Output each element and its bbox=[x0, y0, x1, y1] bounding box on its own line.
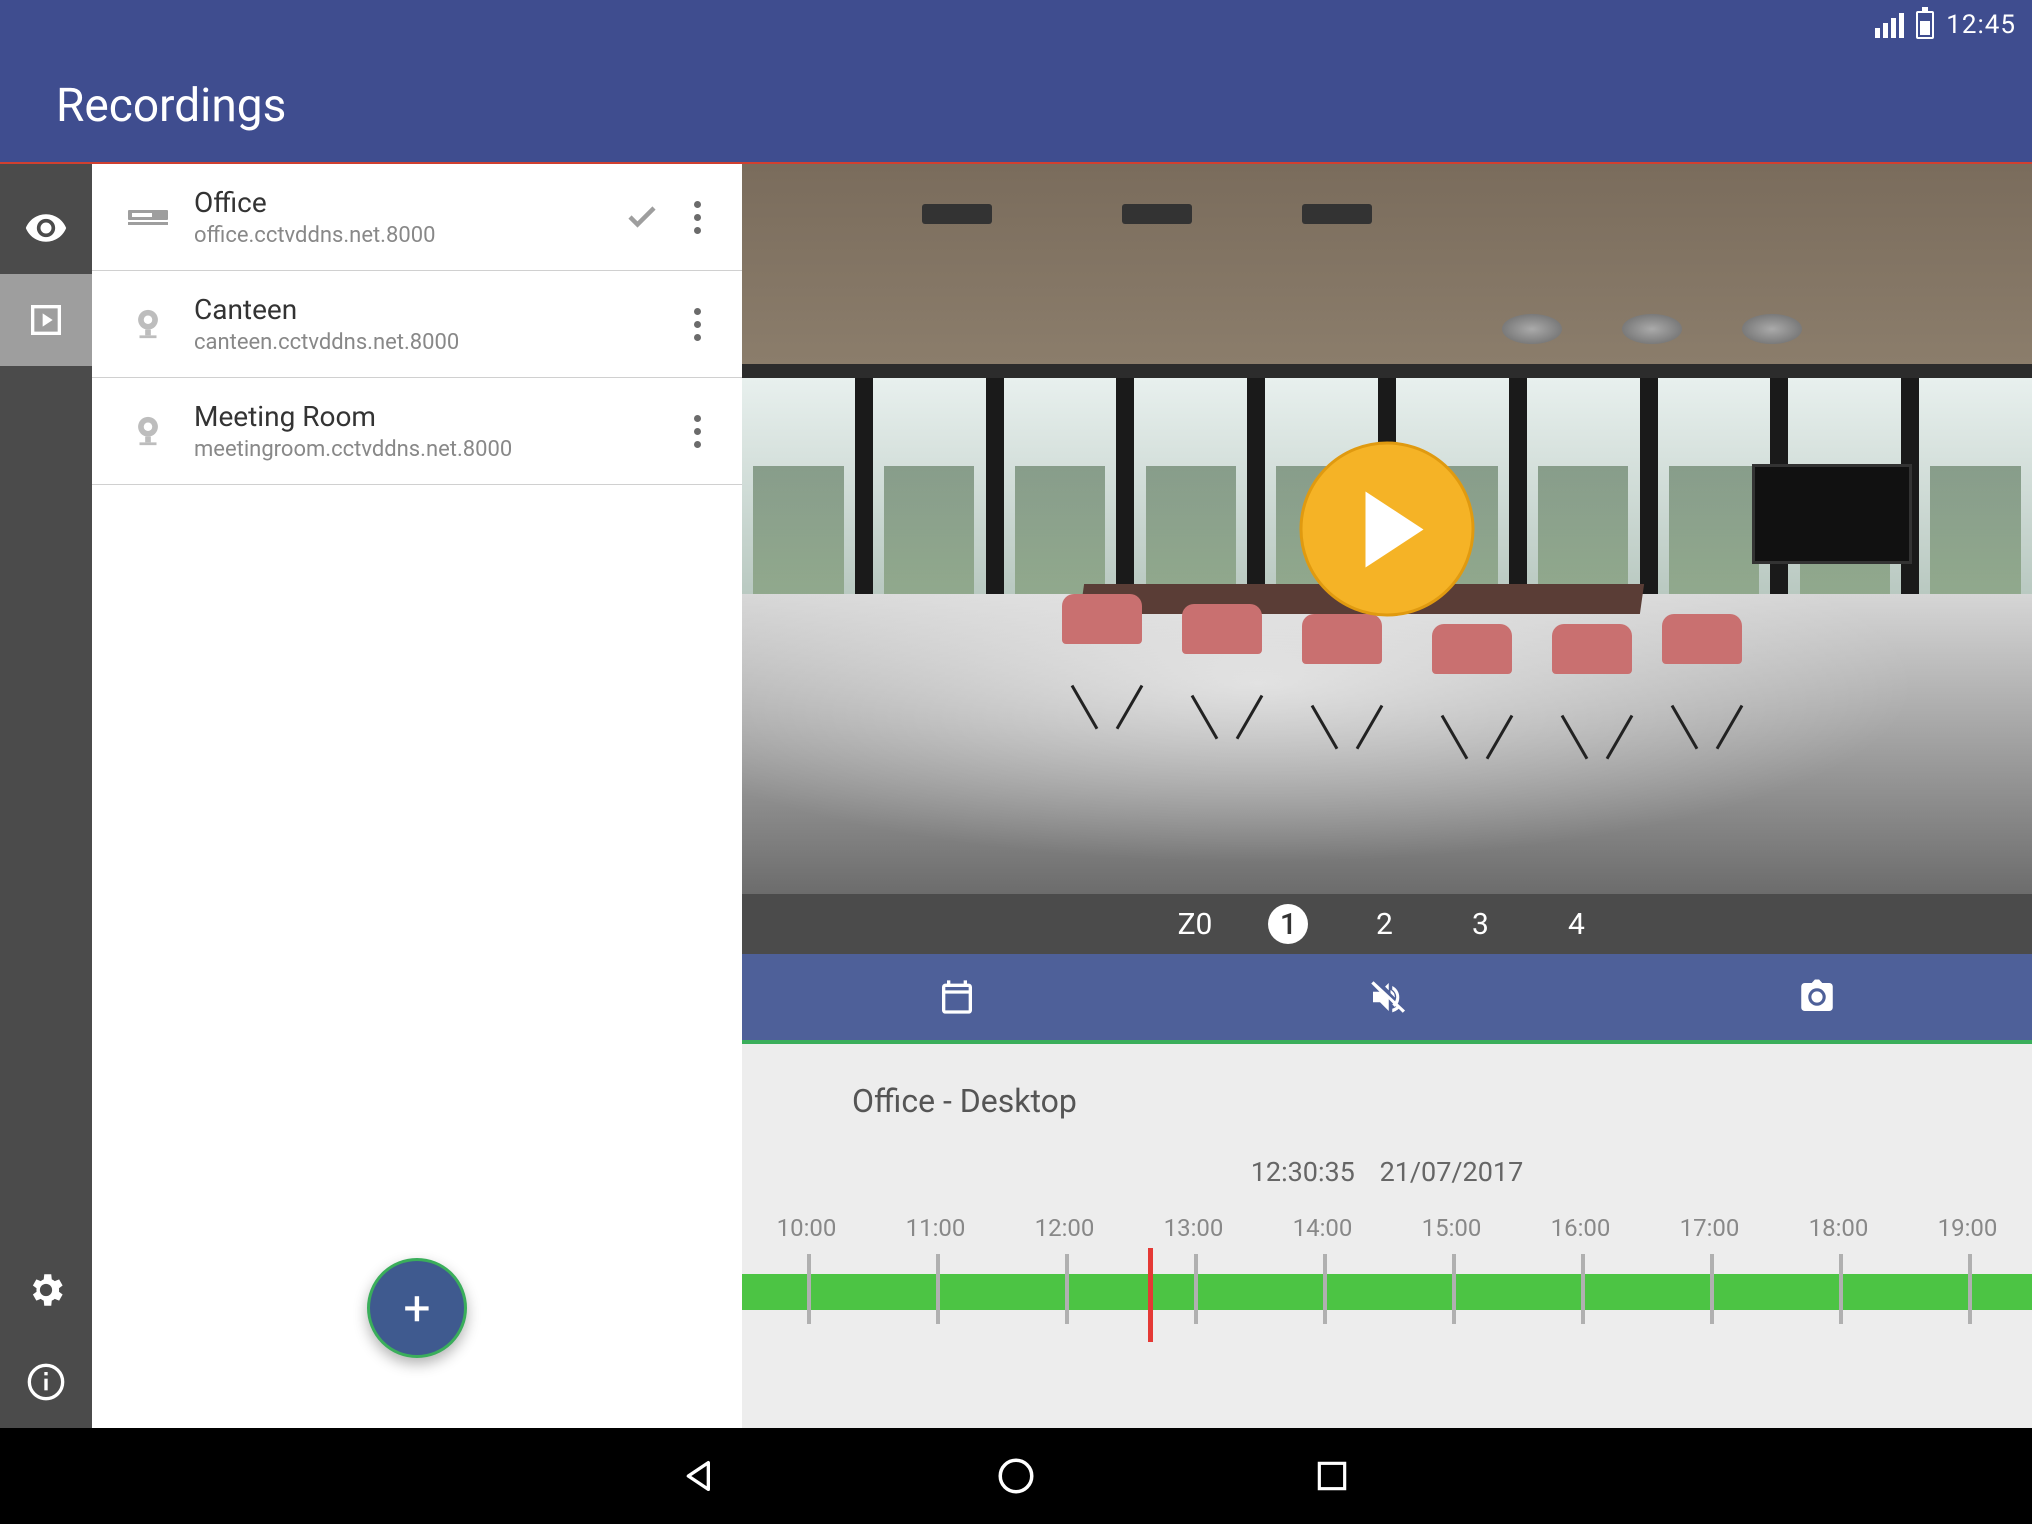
check-icon bbox=[624, 199, 660, 235]
webcam-icon bbox=[120, 414, 176, 448]
device-list-pane: Office office.cctvddns.net.8000 Canteen can… bbox=[92, 164, 742, 1428]
app-bar: Recordings bbox=[0, 50, 2032, 162]
snapshot-button[interactable] bbox=[1602, 954, 2032, 1040]
device-more-button[interactable] bbox=[672, 201, 722, 234]
channel-button-3[interactable]: 3 bbox=[1460, 904, 1500, 944]
device-text: Meeting Room meetingroom.cctvddns.net.800… bbox=[176, 400, 612, 462]
rail-recordings-button[interactable] bbox=[0, 274, 92, 366]
timeline-hour-label: 13:00 bbox=[1129, 1214, 1258, 1242]
play-box-icon bbox=[26, 300, 66, 340]
timeline-hour-label: 10:00 bbox=[742, 1214, 871, 1242]
rail-settings-button[interactable] bbox=[0, 1244, 92, 1336]
circle-home-icon bbox=[995, 1455, 1037, 1497]
device-address: office.cctvddns.net.8000 bbox=[194, 223, 612, 248]
signal-icon bbox=[1875, 13, 1904, 38]
android-nav-bar bbox=[0, 1428, 2032, 1524]
timeline-tick bbox=[742, 1254, 871, 1324]
timeline-tick bbox=[871, 1254, 1000, 1324]
timeline-tick bbox=[1258, 1254, 1387, 1324]
device-row[interactable]: Canteen canteen.cctvddns.net.8000 bbox=[92, 271, 742, 378]
timeline-hour-label: 19:00 bbox=[1903, 1214, 2032, 1242]
device-text: Office office.cctvddns.net.8000 bbox=[176, 186, 612, 248]
webcam-icon bbox=[120, 307, 176, 341]
channel-button-1[interactable]: 1 bbox=[1268, 904, 1308, 944]
device-row[interactable]: Meeting Room meetingroom.cctvddns.net.800… bbox=[92, 378, 742, 485]
channel-strip: Z0 1 2 3 4 bbox=[742, 894, 2032, 954]
gear-icon bbox=[25, 1269, 67, 1311]
timeline-hour-label: 14:00 bbox=[1258, 1214, 1387, 1242]
device-more-button[interactable] bbox=[672, 308, 722, 341]
camera-icon bbox=[1796, 976, 1838, 1018]
device-text: Canteen canteen.cctvddns.net.8000 bbox=[176, 293, 612, 355]
timeline-pane: Office - Desktop 12:30:35 21/07/2017 10:… bbox=[742, 1044, 2032, 1428]
timeline-date: 21/07/2017 bbox=[1380, 1156, 1524, 1188]
timeline-tick bbox=[1387, 1254, 1516, 1324]
timeline-time: 12:30:35 bbox=[1251, 1156, 1355, 1188]
channel-group-label: Z0 bbox=[1178, 904, 1213, 944]
device-address: meetingroom.cctvddns.net.8000 bbox=[194, 437, 612, 462]
mute-button[interactable] bbox=[1172, 954, 1602, 1040]
status-clock: 12:45 bbox=[1946, 10, 2016, 40]
timeline-tick bbox=[1774, 1254, 1903, 1324]
device-name: Canteen bbox=[194, 293, 612, 326]
timeline-playhead[interactable] bbox=[1148, 1248, 1153, 1342]
device-row[interactable]: Office office.cctvddns.net.8000 bbox=[92, 164, 742, 271]
nav-back-button[interactable] bbox=[672, 1448, 728, 1504]
battery-icon bbox=[1916, 11, 1934, 39]
timeline-tick bbox=[1000, 1254, 1129, 1324]
device-address: canteen.cctvddns.net.8000 bbox=[194, 330, 612, 355]
timeline-tick bbox=[1645, 1254, 1774, 1324]
timeline-ruler[interactable]: 10:0011:0012:0013:0014:0015:0016:0017:00… bbox=[742, 1214, 2032, 1344]
triangle-back-icon bbox=[680, 1456, 720, 1496]
page-title: Recordings bbox=[56, 79, 286, 133]
device-name: Office bbox=[194, 186, 612, 219]
calendar-icon bbox=[937, 977, 977, 1017]
rail-live-view-button[interactable] bbox=[0, 182, 92, 274]
timeline-timestamp: 12:30:35 21/07/2017 bbox=[742, 1156, 2032, 1188]
timeline-camera-title: Office - Desktop bbox=[742, 1082, 2032, 1120]
nvr-icon bbox=[120, 206, 176, 228]
rail-info-button[interactable] bbox=[0, 1336, 92, 1428]
eye-icon bbox=[24, 206, 68, 250]
calendar-button[interactable] bbox=[742, 954, 1172, 1040]
channel-button-4[interactable]: 4 bbox=[1556, 904, 1596, 944]
device-selected-check bbox=[612, 199, 672, 235]
volume-muted-icon bbox=[1366, 976, 1408, 1018]
plus-icon: + bbox=[403, 1280, 430, 1337]
nav-home-button[interactable] bbox=[988, 1448, 1044, 1504]
timeline-hour-label: 11:00 bbox=[871, 1214, 1000, 1242]
timeline-hour-label: 15:00 bbox=[1387, 1214, 1516, 1242]
nav-recent-button[interactable] bbox=[1304, 1448, 1360, 1504]
device-more-button[interactable] bbox=[672, 415, 722, 448]
playback-pane: Z0 1234 Office - Desktop 12:30:35 21/0 bbox=[742, 164, 2032, 1428]
timeline-tick bbox=[1516, 1254, 1645, 1324]
info-icon bbox=[26, 1362, 66, 1402]
side-rail bbox=[0, 164, 92, 1428]
timeline-hour-label: 12:00 bbox=[1000, 1214, 1129, 1242]
play-button[interactable] bbox=[1300, 442, 1475, 617]
timeline-hour-label: 18:00 bbox=[1774, 1214, 1903, 1242]
timeline-hour-label: 17:00 bbox=[1645, 1214, 1774, 1242]
playback-toolbar bbox=[742, 954, 2032, 1044]
device-name: Meeting Room bbox=[194, 400, 612, 433]
timeline-tick bbox=[1903, 1254, 2032, 1324]
timeline-hour-label: 16:00 bbox=[1516, 1214, 1645, 1242]
add-device-fab[interactable]: + bbox=[367, 1258, 467, 1358]
square-recent-icon bbox=[1313, 1457, 1351, 1495]
video-preview[interactable] bbox=[742, 164, 2032, 894]
channel-button-2[interactable]: 2 bbox=[1364, 904, 1404, 944]
android-status-bar: 12:45 bbox=[0, 0, 2032, 50]
